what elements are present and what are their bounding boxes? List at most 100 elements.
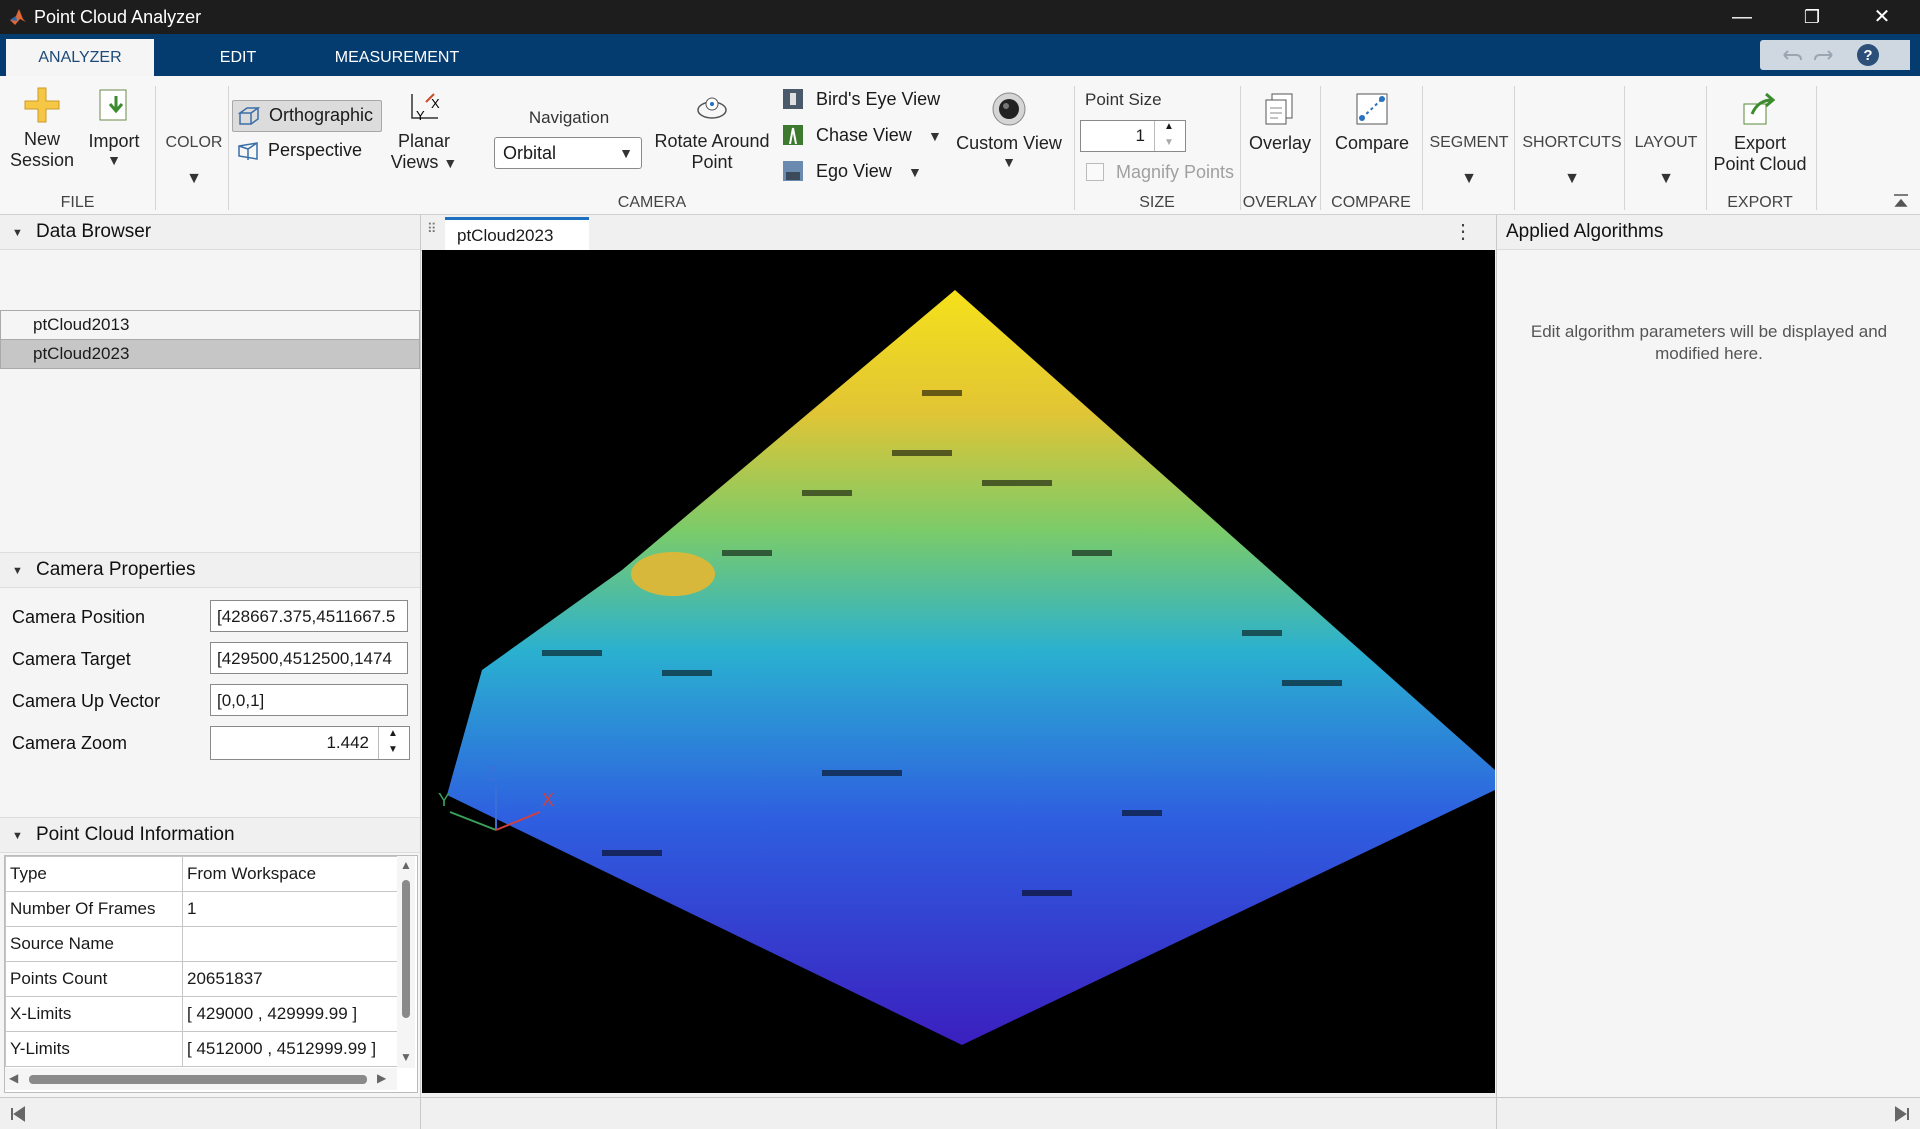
info-value-cell: [ 4512000 , 4512999.99 ] bbox=[182, 1031, 400, 1067]
compare-button[interactable]: Compare bbox=[1326, 90, 1418, 154]
shortcuts-menu[interactable]: SHORTCUTS ▼ bbox=[1516, 134, 1628, 188]
chevron-down-icon[interactable]: ▼ bbox=[908, 164, 922, 180]
spinner-arrows-icon[interactable]: ▲ ▼ bbox=[1154, 121, 1185, 151]
camera-position-field[interactable]: [428667.375,4511667.5 bbox=[210, 600, 408, 632]
chevron-down-icon: ▼ bbox=[1658, 170, 1674, 187]
point-cloud-info-header[interactable]: ▼ Point Cloud Information bbox=[0, 817, 420, 853]
point-cloud-viewer[interactable]: Z Y X bbox=[422, 250, 1495, 1093]
chevron-down-icon: ▼ bbox=[1564, 170, 1580, 187]
divider bbox=[228, 86, 229, 210]
divider bbox=[1706, 86, 1707, 210]
chevron-down-icon: ▼ bbox=[443, 155, 458, 171]
table-row[interactable]: Points Count 20651837 bbox=[5, 961, 400, 997]
axis-z-label: Z bbox=[486, 764, 497, 784]
collapse-arrow-icon[interactable]: ▼ bbox=[12, 819, 23, 853]
go-to-end-icon[interactable] bbox=[1894, 1106, 1910, 1122]
applied-algorithms-header: Applied Algorithms bbox=[1497, 215, 1920, 250]
go-to-start-icon[interactable] bbox=[10, 1106, 26, 1122]
color-menu[interactable]: COLOR ▼ bbox=[160, 134, 228, 188]
info-key-cell: X-Limits bbox=[5, 996, 183, 1032]
scroll-thumb[interactable] bbox=[402, 880, 410, 1018]
import-button[interactable]: Import ▼ bbox=[80, 86, 148, 168]
table-row[interactable]: Type From Workspace bbox=[5, 856, 400, 892]
info-value-cell: 1 bbox=[182, 891, 400, 927]
undo-icon[interactable] bbox=[1778, 46, 1804, 64]
birds-eye-icon bbox=[783, 89, 803, 109]
data-browser-header[interactable]: ▼ Data Browser bbox=[0, 215, 420, 250]
horizontal-scrollbar[interactable]: ◀ ▶ bbox=[5, 1068, 397, 1090]
camera-properties-header[interactable]: ▼ Camera Properties bbox=[0, 552, 420, 588]
point-size-spinner[interactable]: 1 ▲ ▼ bbox=[1080, 120, 1186, 152]
list-item-selected[interactable]: ptCloud2023 bbox=[0, 339, 420, 369]
divider bbox=[1422, 86, 1423, 210]
divider bbox=[1514, 86, 1515, 210]
tab-edit[interactable]: EDIT bbox=[190, 39, 286, 76]
group-label-compare: COMPARE bbox=[1331, 194, 1411, 211]
rotate-around-point-button[interactable]: Rotate Around Point bbox=[650, 90, 774, 173]
close-button[interactable]: ✕ bbox=[1852, 0, 1912, 34]
birds-eye-view-button[interactable]: Bird's Eye View bbox=[782, 86, 952, 114]
divider bbox=[155, 86, 156, 210]
tab-measurement[interactable]: MEASUREMENT bbox=[322, 39, 472, 76]
import-icon bbox=[99, 89, 127, 121]
magnify-points-checkbox[interactable]: Magnify Points bbox=[1084, 161, 1246, 185]
drag-handle-icon[interactable]: ⠿ bbox=[427, 221, 437, 237]
info-table: Type From Workspace Number Of Frames 1 Sourc… bbox=[5, 856, 400, 1067]
navigation-dropdown[interactable]: Orbital ▼ bbox=[494, 137, 642, 169]
tab-ptcloud2023[interactable]: ptCloud2023 bbox=[445, 217, 589, 250]
info-table-container: Type From Workspace Number Of Frames 1 Sourc… bbox=[4, 855, 418, 1093]
new-session-button[interactable]: New Session bbox=[8, 86, 76, 171]
chevron-down-icon: ▼ bbox=[1461, 170, 1477, 187]
cube-orthographic-icon bbox=[237, 107, 261, 125]
camera-zoom-spinner[interactable]: 1.442 ▲ ▼ bbox=[210, 726, 410, 760]
table-row[interactable]: Number Of Frames 1 bbox=[5, 891, 400, 927]
quick-access-toolbar: ? bbox=[1760, 40, 1910, 70]
group-label-camera: CAMERA bbox=[617, 194, 687, 211]
chevron-down-icon: ▼ bbox=[619, 145, 633, 161]
minimize-button[interactable]: — bbox=[1712, 0, 1772, 34]
overlay-button[interactable]: Overlay bbox=[1244, 90, 1316, 154]
divider bbox=[1240, 86, 1241, 210]
redo-icon[interactable] bbox=[1812, 46, 1838, 64]
custom-view-button[interactable]: Custom View ▼ bbox=[952, 90, 1066, 170]
layout-menu[interactable]: LAYOUT ▼ bbox=[1626, 134, 1706, 188]
tab-analyzer[interactable]: ANALYZER bbox=[6, 39, 154, 76]
divider bbox=[420, 1098, 421, 1129]
table-row[interactable]: Source Name bbox=[5, 926, 400, 962]
divider bbox=[1320, 86, 1321, 210]
point-cloud-surface bbox=[447, 290, 1495, 1045]
info-value-cell: [ 429000 , 429999.99 ] bbox=[182, 996, 400, 1032]
chevron-down-icon[interactable]: ▼ bbox=[928, 128, 942, 144]
axis-y-label: Y bbox=[438, 790, 450, 810]
planar-views-button[interactable]: YX Planar Views ▼ bbox=[390, 90, 458, 173]
point-cloud-render: Z Y X bbox=[438, 290, 1495, 1045]
restore-button[interactable]: ❐ bbox=[1782, 0, 1842, 34]
vertical-scrollbar[interactable]: ▲ ▼ bbox=[397, 856, 415, 1068]
segment-menu[interactable]: SEGMENT ▼ bbox=[1424, 134, 1514, 188]
help-icon[interactable]: ? bbox=[1856, 43, 1880, 67]
collapse-arrow-icon[interactable]: ▼ bbox=[12, 216, 23, 250]
collapse-ribbon-icon[interactable] bbox=[1892, 192, 1910, 210]
table-row[interactable]: Y-Limits[ 4512000 , 4512999.99 ] bbox=[5, 1031, 400, 1067]
group-label-overlay: OVERLAY bbox=[1242, 194, 1318, 211]
divider bbox=[1496, 1098, 1497, 1129]
spinner-arrows-icon[interactable]: ▲ ▼ bbox=[378, 727, 409, 759]
list-item[interactable]: ptCloud2013 bbox=[0, 310, 420, 340]
divider bbox=[1074, 86, 1075, 210]
orthographic-button[interactable]: Orthographic bbox=[232, 100, 382, 132]
scroll-thumb[interactable] bbox=[29, 1075, 367, 1084]
export-point-cloud-button[interactable]: Export Point Cloud bbox=[1708, 90, 1812, 175]
ego-view-icon bbox=[783, 161, 803, 181]
camera-up-vector-field[interactable]: [0,0,1] bbox=[210, 684, 408, 716]
divider bbox=[1816, 86, 1817, 210]
perspective-button[interactable]: Perspective bbox=[232, 136, 380, 166]
camera-up-vector-label: Camera Up Vector bbox=[12, 691, 161, 711]
camera-target-field[interactable]: [429500,4512500,1474 bbox=[210, 642, 408, 674]
collapse-arrow-icon[interactable]: ▼ bbox=[12, 554, 23, 588]
more-options-icon[interactable]: ⋮ bbox=[1453, 219, 1473, 244]
ribbon: New Session Import ▼ FILE COLOR ▼ Orthog… bbox=[0, 76, 1920, 215]
chase-view-button[interactable]: Chase View ▼ bbox=[782, 122, 942, 150]
ego-view-button[interactable]: Ego View ▼ bbox=[782, 158, 922, 186]
table-row[interactable]: X-Limits[ 429000 , 429999.99 ] bbox=[5, 996, 400, 1032]
chevron-down-icon: ▼ bbox=[1002, 154, 1016, 170]
